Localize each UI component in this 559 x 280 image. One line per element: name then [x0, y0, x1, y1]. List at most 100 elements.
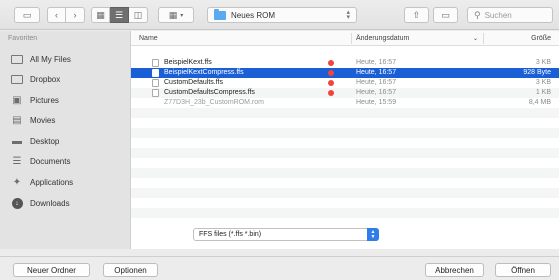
documents-icon: ☰: [12, 155, 22, 167]
file-type-filter[interactable]: FFS files (*.ffs *.bin) ▲ ▼: [193, 228, 379, 241]
empty-row: [131, 118, 559, 128]
sidebar-item-all-my-files[interactable]: All My Files: [10, 51, 71, 67]
chevron-right-icon: ›: [73, 10, 77, 20]
applications-icon: ✦: [12, 176, 22, 188]
sidebar-item-label: Applications: [30, 177, 74, 187]
desktop-icon: ▬: [12, 135, 22, 147]
grid-view-icon: ▦: [96, 9, 105, 20]
toolbar: ▭ ‹ › ▦ ☰ ◫ ▦ ▾ Neues ROM ▴ ▾ ⇧ ▭ ⚲ Suche…: [0, 0, 559, 30]
sidebar-item-label: Pictures: [30, 95, 59, 105]
file-name: CustomDefaults.ffs: [164, 79, 224, 86]
file-icon: [152, 89, 159, 97]
tag-icon: ▭: [441, 9, 450, 20]
cancel-button[interactable]: Abbrechen: [425, 263, 484, 277]
updown-chevron-icon: ▲ ▼: [367, 228, 379, 241]
list-view-icon: ☰: [114, 9, 124, 20]
red-tag-icon: [328, 60, 334, 66]
arrange-button[interactable]: ▦ ▾: [158, 7, 194, 23]
red-tag-icon: [328, 70, 334, 76]
sidebar-item-label: Desktop: [30, 136, 60, 146]
file-icon: [152, 79, 159, 87]
empty-row: [131, 188, 559, 198]
file-date: Heute, 15:59: [356, 99, 397, 106]
file-size: 928 Byte: [523, 69, 551, 76]
sidebar-item-dropbox[interactable]: Dropbox: [10, 71, 60, 87]
back-button[interactable]: ‹: [47, 7, 66, 23]
sidebar-toggle-button[interactable]: ▭: [14, 7, 40, 23]
table-row[interactable]: BeispielKextCompress.ffs Heute, 16:57 92…: [131, 68, 559, 78]
file-name: BeispielKext.ffs: [164, 59, 212, 66]
movies-icon: ▤: [12, 114, 22, 126]
search-field[interactable]: ⚲ Suchen: [467, 7, 553, 23]
file-size: 3 KB: [535, 59, 551, 66]
file-date: Heute, 16:57: [356, 69, 397, 76]
empty-row: [131, 158, 559, 168]
column-view-button[interactable]: ◫: [129, 7, 148, 23]
sidebar-item-desktop[interactable]: ▬ Desktop: [10, 133, 59, 149]
icon-view-button[interactable]: ▦: [91, 7, 110, 23]
file-name: CustomDefaultsCompress.ffs: [164, 89, 255, 96]
location-label: Neues ROM: [231, 10, 276, 20]
arrange-icon: ▦: [168, 9, 178, 20]
column-header-name[interactable]: Name: [139, 35, 158, 42]
empty-row: [131, 138, 559, 148]
sidebar-item-label: Dropbox: [30, 74, 61, 84]
location-popup[interactable]: Neues ROM ▴ ▾: [207, 7, 357, 23]
sort-chevron-icon: ⌄: [473, 36, 479, 42]
all-files-icon: [10, 53, 24, 65]
empty-row: [131, 128, 559, 138]
table-row[interactable]: BeispielKext.ffs Heute, 16:57 3 KB: [131, 58, 559, 68]
share-button[interactable]: ⇧: [404, 7, 429, 23]
empty-row: [131, 148, 559, 158]
sidebar-item-documents[interactable]: ☰ Documents: [10, 153, 71, 169]
sidebar-item-movies[interactable]: ▤ Movies: [10, 112, 55, 128]
list-view-button[interactable]: ☰: [110, 7, 129, 23]
columns-view-icon: ◫: [133, 9, 143, 20]
file-date: Heute, 16:57: [356, 89, 397, 96]
file-type-filter-label: FFS files (*.ffs *.bin): [199, 231, 262, 238]
table-row[interactable]: CustomDefaultsCompress.ffs Heute, 16:57 …: [131, 88, 559, 98]
open-button[interactable]: Öffnen: [495, 263, 551, 277]
red-tag-icon: [328, 90, 334, 96]
file-size: 8,4 MB: [528, 99, 551, 106]
sidebar-item-label: Downloads: [30, 198, 70, 208]
folder-icon: [214, 8, 226, 20]
sidebar-item-downloads[interactable]: ↓ Downloads: [10, 195, 70, 211]
updown-chevron-icon: ▴ ▾: [346, 9, 350, 21]
bottom-bar: Neuer Ordner Optionen Abbrechen Öffnen: [0, 256, 559, 280]
red-tag-icon: [328, 80, 334, 86]
share-icon: ⇧: [412, 9, 421, 20]
column-header-date[interactable]: Änderungsdatum: [356, 35, 409, 42]
file-date: Heute, 16:57: [356, 79, 397, 86]
pictures-icon: ▣: [12, 94, 22, 106]
file-size: 3 KB: [535, 79, 551, 86]
sidebar-item-label: Movies: [30, 115, 56, 125]
sidebar-heading: Favoriten: [8, 35, 38, 42]
table-row[interactable]: CustomDefaults.ffs Heute, 16:57 3 KB: [131, 78, 559, 88]
file-size: 1 KB: [535, 89, 551, 96]
column-header-size[interactable]: Größe: [531, 35, 551, 42]
file-list: Name Änderungsdatum ⌄ Größe BeispielKext…: [131, 31, 559, 249]
chevron-down-icon: ▾: [180, 12, 184, 19]
empty-row: [131, 108, 559, 118]
empty-row: [131, 178, 559, 188]
sidebar-item-label: All My Files: [30, 54, 71, 64]
dropbox-icon: [10, 73, 24, 85]
sidebar-item-pictures[interactable]: ▣ Pictures: [10, 92, 59, 108]
sidebar-item-applications[interactable]: ✦ Applications: [10, 174, 73, 190]
file-name: Z77D3H_23b_CustomROM.rom: [164, 99, 264, 106]
file-icon: [152, 59, 159, 67]
forward-button[interactable]: ›: [66, 7, 85, 23]
options-button[interactable]: Optionen: [103, 263, 158, 277]
empty-row: [131, 198, 559, 208]
file-icon: [152, 69, 159, 77]
downloads-icon: ↓: [10, 197, 24, 209]
new-folder-button[interactable]: Neuer Ordner: [13, 263, 90, 277]
sidebar: Favoriten All My Files Dropbox ▣ Picture…: [0, 31, 131, 249]
table-row[interactable]: Z77D3H_23b_CustomROM.rom Heute, 15:59 8,…: [131, 98, 559, 108]
sidebar-toggle-icon: ▭: [22, 9, 32, 20]
search-placeholder: Suchen: [484, 10, 512, 20]
tag-button[interactable]: ▭: [433, 7, 458, 23]
list-header: Name Änderungsdatum ⌄ Größe: [131, 31, 559, 46]
file-name: BeispielKextCompress.ffs: [164, 69, 244, 76]
